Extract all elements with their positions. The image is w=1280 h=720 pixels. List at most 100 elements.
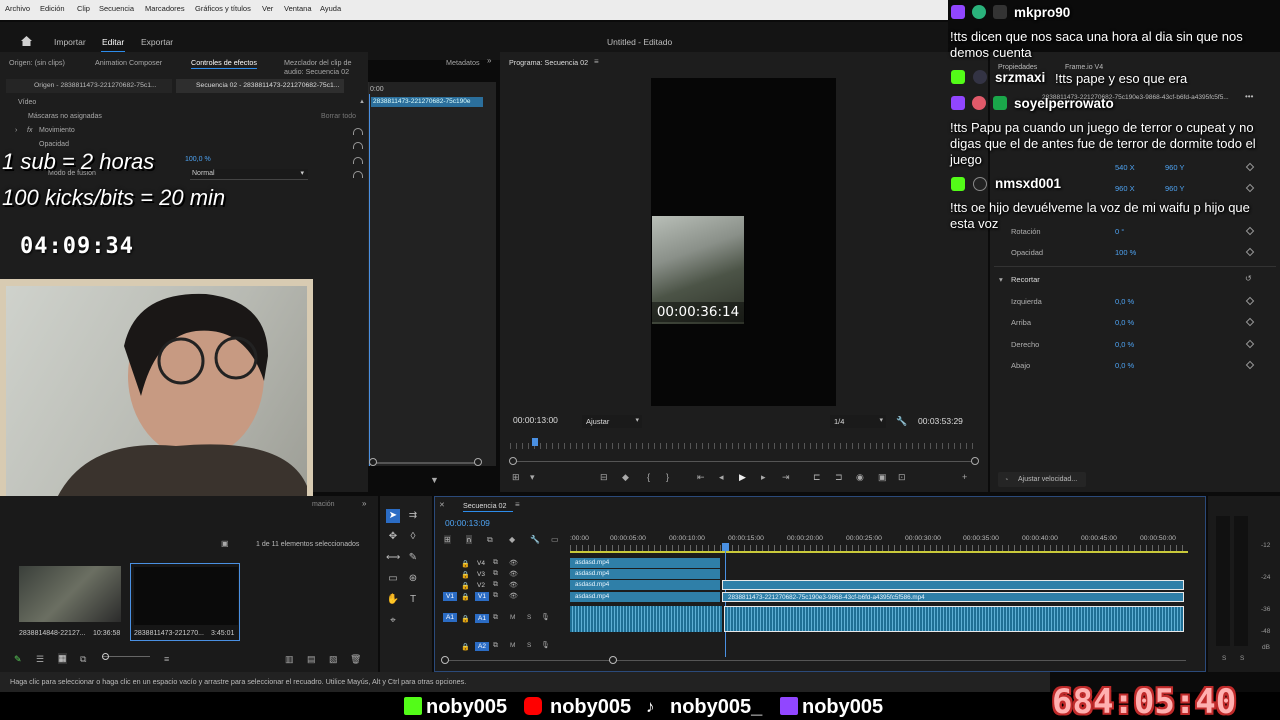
menu-ventana[interactable]: Ventana	[284, 4, 312, 13]
clear-all-button[interactable]: Borrar todo	[321, 113, 356, 120]
wrench-icon[interactable]: 🔧	[896, 416, 907, 427]
lock-icon[interactable]: 🔒	[461, 571, 470, 579]
trash-icon[interactable]: 🗑	[350, 654, 361, 665]
tab-exportar[interactable]: Exportar	[141, 37, 173, 47]
timeline-playhead[interactable]	[722, 543, 729, 551]
scroll-handle[interactable]	[609, 656, 617, 664]
program-playhead[interactable]	[532, 438, 538, 446]
source-dropdown[interactable]: Origen - 2838811473-221270682-75c1...	[6, 79, 172, 93]
extract-icon[interactable]: ⊐	[835, 472, 843, 483]
sync-icon[interactable]: ⧉	[493, 592, 498, 600]
menu-edicion[interactable]: Edición	[40, 4, 65, 13]
mute-button[interactable]: M	[510, 614, 515, 621]
compare-icon[interactable]: ▣	[878, 472, 887, 483]
marker-icon[interactable]: ◆	[622, 472, 629, 483]
pencil-icon[interactable]: ✎	[14, 654, 22, 665]
source-patch-a1[interactable]: A1	[443, 613, 457, 622]
wrench-icon[interactable]: 🔧	[530, 535, 540, 544]
solo-button[interactable]: S	[527, 614, 531, 621]
list-view-icon[interactable]: ☰	[36, 654, 44, 665]
sync-icon[interactable]: ⧉	[493, 570, 498, 578]
speed-button[interactable]: ◔ Ajustar velocidad...	[998, 472, 1086, 487]
razor-icon[interactable]: ◊	[406, 530, 420, 544]
tab-animation-composer[interactable]: Animation Composer	[95, 58, 162, 67]
tab-editar[interactable]: Editar	[102, 37, 124, 47]
audio-clip[interactable]	[570, 606, 722, 632]
go-to-in-icon[interactable]: ⇤	[697, 472, 705, 483]
linked-selection-icon[interactable]: ⧉	[487, 535, 493, 545]
lock-icon[interactable]: 🔒	[461, 593, 470, 601]
project-thumbnail[interactable]	[19, 566, 121, 622]
camera-icon[interactable]: ◉	[856, 472, 864, 483]
panel-overflow-icon[interactable]: »	[362, 499, 366, 508]
reset-icon[interactable]: ↺	[1245, 274, 1252, 283]
menu-marcadores[interactable]: Marcadores	[145, 4, 185, 13]
type-icon[interactable]: T	[406, 593, 420, 607]
track-label[interactable]: V2	[477, 582, 485, 589]
program-ruler[interactable]	[510, 443, 976, 449]
export-frame-icon[interactable]: ⊟	[600, 472, 608, 483]
menu-graficos[interactable]: Gráficos y títulos	[195, 4, 251, 13]
reset-icon[interactable]	[353, 157, 363, 164]
menu-ayuda[interactable]: Ayuda	[320, 4, 341, 13]
pen-icon[interactable]: ✎	[406, 551, 420, 565]
step-forward-icon[interactable]: ▸	[761, 472, 766, 483]
tab-importar[interactable]: Importar	[54, 37, 86, 47]
slip-icon[interactable]: ⟷	[386, 551, 400, 565]
timeline-clip[interactable]: asdasd.mp4	[570, 558, 720, 568]
add-icon[interactable]: +	[962, 472, 967, 482]
track-label[interactable]: A1	[475, 614, 489, 623]
ec-scrollbar[interactable]	[373, 462, 479, 464]
tab-effect-controls[interactable]: Controles de efectos	[191, 58, 257, 67]
automate-icon[interactable]: ▥	[285, 654, 294, 665]
ec-clip[interactable]: 2838811473-221270682-75c190e	[371, 97, 483, 107]
tab-informacion[interactable]: mación	[312, 501, 335, 508]
zoom-slider-handle[interactable]	[102, 653, 109, 660]
play-icon[interactable]: ▶	[739, 472, 746, 483]
sequence-tab[interactable]: Secuencia 02	[463, 501, 507, 510]
lock-icon[interactable]: 🔒	[461, 643, 470, 651]
expand-icon[interactable]: ›	[15, 127, 17, 134]
mark-in-icon[interactable]: {	[647, 472, 650, 482]
timeline-clip-selected[interactable]: 2838811473-221270682-75c190e3-9868-43cf-…	[722, 592, 1184, 602]
ripple-edit-icon[interactable]: ✥	[386, 530, 400, 544]
eye-icon[interactable]: 👁	[509, 581, 518, 589]
filter-icon[interactable]: ▼	[430, 475, 439, 485]
chevron-down-icon[interactable]: ▾	[530, 472, 535, 483]
freeform-view-icon[interactable]: ⧉	[80, 654, 86, 665]
eye-icon[interactable]: 👁	[509, 592, 518, 600]
solo-button[interactable]: S	[1222, 655, 1226, 662]
add-marker-icon[interactable]: ◆	[509, 535, 515, 544]
zoom-slider[interactable]	[102, 656, 150, 657]
vr-icon[interactable]: ⊡	[898, 472, 906, 483]
tab-audio-mixer[interactable]: Mezclador del clip de audio: Secuencia 0…	[284, 58, 368, 76]
menu-archivo[interactable]: Archivo	[5, 4, 30, 13]
collapse-icon[interactable]: ▲	[359, 99, 365, 105]
track-label[interactable]: V1	[475, 592, 489, 601]
lock-icon[interactable]: 🔒	[461, 582, 470, 590]
crop-left-value[interactable]: 0,0 %	[1115, 297, 1134, 306]
menu-clip[interactable]: Clip	[77, 4, 90, 13]
timeline-clip[interactable]	[722, 580, 1184, 590]
selection-tool-icon[interactable]: ➤	[386, 509, 400, 523]
step-back-icon[interactable]: ◂	[719, 472, 724, 483]
sort-icon[interactable]: ≡	[164, 654, 169, 664]
track-select-icon[interactable]: ⇉	[406, 509, 420, 523]
crop-right-value[interactable]: 0,0 %	[1115, 340, 1134, 349]
lift-icon[interactable]: ⊏	[813, 472, 821, 483]
audio-clip-selected[interactable]	[724, 606, 1184, 632]
rectangle-icon[interactable]: ▭	[386, 572, 400, 586]
sync-icon[interactable]: ⧉	[493, 559, 498, 567]
new-bin-icon[interactable]: ▤	[307, 654, 316, 665]
source-patch-v1[interactable]: V1	[443, 592, 457, 601]
folder-icon[interactable]: ▣	[221, 539, 229, 548]
crop-top-value[interactable]: 0,0 %	[1115, 318, 1134, 327]
hand-icon[interactable]: ✋	[386, 593, 400, 607]
hamburger-icon[interactable]: ≡	[515, 500, 520, 509]
timeline-clip[interactable]: asdasd.mp4	[570, 592, 720, 602]
new-item-icon[interactable]: ▧	[329, 654, 338, 665]
tab-metadata[interactable]: Metadatos	[446, 58, 480, 67]
nest-icon[interactable]: ⊞	[444, 535, 451, 544]
remix-icon[interactable]: ⊛	[406, 572, 420, 586]
track-label[interactable]: V3	[477, 571, 485, 578]
